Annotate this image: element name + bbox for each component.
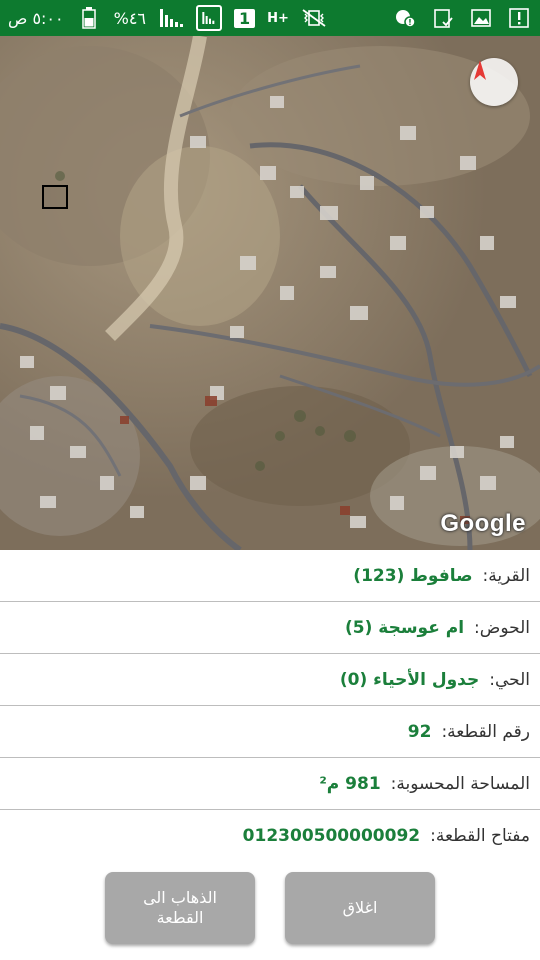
alert-box-icon [506,5,532,31]
satellite-imagery [0,36,540,550]
svg-text:!: ! [408,18,412,27]
parcel-info-panel: القرية: صافوط (123) الحوض: ام عوسجة (5) … [0,550,540,862]
parcel-number-row: رقم القطعة: 92 [0,706,540,758]
parcel-key-label: مفتاح القطعة: [430,826,530,846]
district-label: الحي: [489,669,530,690]
area-row: المساحة المحسوبة: 981 م² [0,758,540,810]
network-type: H+ [267,10,289,26]
clipboard-check-icon [430,5,456,31]
status-left-group: ٥:٠٠ ص %٤٦ 1 H+ [8,5,327,31]
compass-north-icon[interactable] [470,58,518,106]
signal-icon [158,5,184,31]
google-attribution-logo: Google [440,510,526,537]
status-bar: ٥:٠٠ ص %٤٦ 1 H+ ! [0,0,540,36]
parcel-key-value: 012300500000092 [242,826,421,846]
parcel-key-row: مفتاح القطعة: 012300500000092 [0,810,540,862]
area-value: 981 م² [319,773,381,794]
parcel-number-value: 92 [407,721,432,742]
parcel-boundary-marker [42,185,68,209]
go-to-parcel-button[interactable]: الذهاب الى القطعة [105,872,255,944]
basin-label: الحوض: [474,617,530,638]
village-label: القرية: [482,565,530,586]
battery-percent: %٤٦ [113,8,146,28]
status-right-group: ! [392,5,532,31]
basin-value: ام عوسجة (5) [344,617,465,638]
area-label: المساحة المحسوبة: [390,773,530,794]
image-icon [468,5,494,31]
satellite-map[interactable]: Google [0,36,540,550]
vibrate-mute-icon [301,5,327,31]
district-value: جدول الأحياء (0) [339,669,480,690]
village-row: القرية: صافوط (123) [0,550,540,602]
village-value: صافوط (123) [353,565,473,586]
close-button[interactable]: اغلاق [285,872,435,944]
basin-row: الحوض: ام عوسجة (5) [0,602,540,654]
battery-icon [76,5,102,31]
parcel-number-label: رقم القطعة: [441,721,530,742]
location-alert-icon: ! [392,5,418,31]
sim-slot-indicator: 1 [234,8,256,28]
district-row: الحي: جدول الأحياء (0) [0,654,540,706]
status-time: ٥:٠٠ ص [8,8,64,28]
signal-active-icon [196,5,222,31]
action-buttons: اغلاق الذهاب الى القطعة [0,872,540,944]
